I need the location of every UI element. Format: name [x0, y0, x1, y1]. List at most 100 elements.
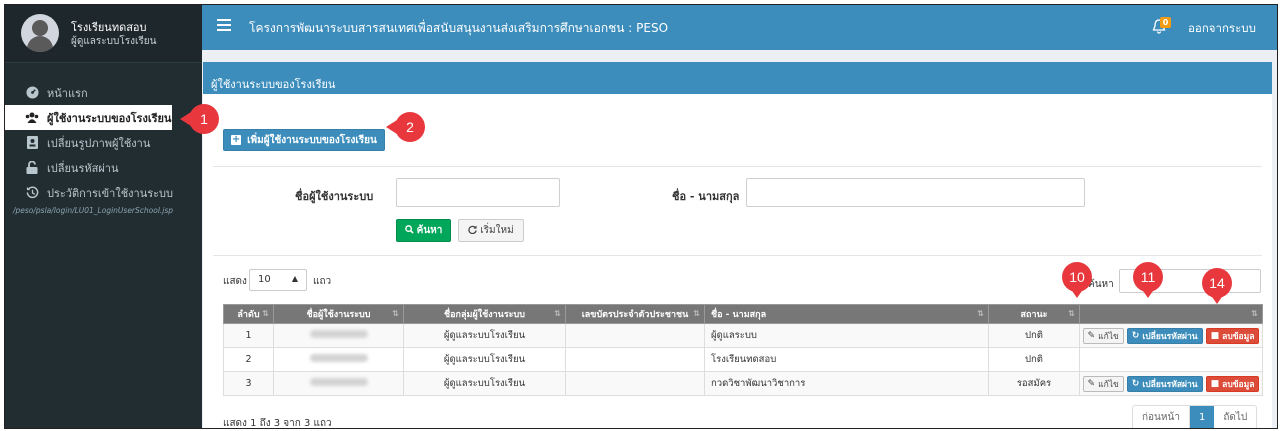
edit-icon: ✎	[1087, 378, 1096, 389]
row-actions	[1079, 347, 1263, 372]
page-length-select[interactable]: 10 ▲	[249, 269, 307, 291]
blurred-username	[309, 354, 368, 362]
users-table: ลำดับ ⇅ ชื่อผู้ใช้งานระบบ ⇅ ชื่อกลุ่มผู้ใช…	[223, 304, 1263, 396]
callout-marker: 1	[180, 104, 219, 134]
row-actions: ✎ แก้ไข ↻ เปลี่ยนรหัสผ่าน ■ ลบข้อมูล	[1079, 323, 1263, 348]
add-school-user-button[interactable]: + เพิ่มผู้ใช้งานระบบของโรงเรียน	[223, 129, 385, 151]
reset-button[interactable]: เริ่มใหม่	[458, 219, 524, 242]
row-group: ผู้ดูแลระบบโรงเรียน	[403, 371, 566, 396]
row-username	[273, 347, 404, 372]
show-label: แสดง	[223, 276, 247, 287]
users-icon	[25, 111, 39, 125]
sidebar-item-label: หน้าแรก	[47, 86, 88, 100]
callout-marker: 2	[386, 112, 425, 142]
edit-icon: ✎	[1087, 330, 1096, 341]
col-header-fullname[interactable]: ชื่อ - นามสกุล ⇅	[704, 304, 989, 324]
row-username	[273, 371, 404, 396]
fullname-input[interactable]	[746, 178, 1085, 207]
sidebar-item-change-password[interactable]: เปลี่ยนรหัสผ่าน	[5, 155, 202, 180]
search-button-label: ค้นหา	[416, 225, 443, 236]
sidebar-item-label: ผู้ใช้งานระบบของโรงเรียน	[47, 111, 172, 125]
table-row: 2 ผู้ดูแลระบบโรงเรียน โรงเรียนทดสอบ ปกติ	[223, 347, 1263, 372]
app-window: โรงเรียนทดสอบ ผู้ดูแลระบบโรงเรียน หน้าแร…	[4, 4, 1278, 429]
divider	[213, 166, 1262, 167]
col-header-actions[interactable]: ⇅	[1079, 304, 1263, 324]
user-card-icon	[25, 136, 39, 150]
top-navbar: โครงการพัฒนาระบบสารสนเทศเพื่อสนับสนุนงาน…	[202, 5, 1277, 50]
row-no: 1	[223, 323, 274, 348]
page-path: /peso/psla/login/LU01_LoginUserSchool.js…	[13, 206, 174, 215]
table-header-row: ลำดับ ⇅ ชื่อผู้ใช้งานระบบ ⇅ ชื่อกลุ่มผู้ใช…	[223, 304, 1263, 324]
app-title: โครงการพัฒนาระบบสารสนเทศเพื่อสนับสนุนงาน…	[249, 21, 669, 35]
username-input[interactable]	[396, 178, 560, 207]
edit-button[interactable]: ✎ แก้ไข	[1082, 375, 1124, 392]
blurred-username	[309, 378, 368, 386]
sidebar-menu: หน้าแรก ผู้ใช้งานระบบของโรงเรียน เปลี่ยน…	[5, 80, 202, 215]
row-idcard	[565, 323, 705, 348]
page-1-button[interactable]: 1	[1189, 406, 1215, 428]
logout-link[interactable]: ออกจากระบบ	[1188, 20, 1256, 38]
col-header-status[interactable]: สถานะ ⇅	[988, 304, 1080, 324]
callout-marker: 10	[1062, 262, 1092, 298]
box-title: ผู้ใช้งานระบบของโรงเรียน	[203, 65, 1272, 94]
row-group: ผู้ดูแลระบบโรงเรียน	[403, 323, 566, 348]
sidebar-item-login-history[interactable]: ประวัติการเข้าใช้งานระบบ	[5, 180, 202, 205]
row-status: รอสมัคร	[988, 371, 1080, 396]
user-role: ผู้ดูแลระบบโรงเรียน	[71, 36, 157, 47]
row-group: ผู้ดูแลระบบโรงเรียน	[403, 347, 566, 372]
callout-marker: 14	[1202, 268, 1232, 304]
pagination: ก่อนหน้า 1 ถัดไป	[1132, 405, 1258, 428]
callout-marker: 11	[1133, 262, 1163, 298]
refresh-icon: ↻	[1131, 330, 1140, 341]
updown-caret-icon: ▲	[291, 274, 298, 283]
notification-bell-icon[interactable]: 0	[1152, 17, 1174, 37]
row-idcard	[565, 371, 705, 396]
user-panel: โรงเรียนทดสอบ ผู้ดูแลระบบโรงเรียน	[5, 5, 202, 63]
col-header-group[interactable]: ชื่อกลุ่มผู้ใช้งานระบบ ⇅	[403, 304, 566, 324]
change-password-button[interactable]: ↻ เปลี่ยนรหัสผ่าน	[1126, 375, 1203, 392]
plus-square-icon: +	[231, 134, 242, 145]
row-status: ปกติ	[988, 347, 1080, 372]
refresh-icon	[468, 224, 477, 237]
table-row: 1 ผู้ดูแลระบบโรงเรียน ผู้ดูแลระบบ ปกติ ✎…	[223, 323, 1263, 348]
next-page-button[interactable]: ถัดไป	[1214, 406, 1256, 428]
row-username	[273, 323, 404, 348]
delete-button[interactable]: ■ ลบข้อมูล	[1205, 375, 1260, 392]
sidebar-item-label: เปลี่ยนรหัสผ่าน	[47, 161, 119, 175]
username-label: ชื่อผู้ใช้งานระบบ	[295, 190, 374, 203]
sidebar-item-school-users[interactable]: ผู้ใช้งานระบบของโรงเรียน	[5, 105, 172, 130]
trash-icon: ■	[1210, 378, 1220, 389]
col-header-username[interactable]: ชื่อผู้ใช้งานระบบ ⇅	[273, 304, 404, 324]
table-row: 3 ผู้ดูแลระบบโรงเรียน กวดวิชาพัฒนาวิชากา…	[223, 371, 1263, 396]
col-header-idcard[interactable]: เลขบัตรประจำตัวประชาชน ⇅	[565, 304, 705, 324]
menu-toggle-icon[interactable]	[217, 19, 231, 31]
search-button[interactable]: ค้นหา	[396, 219, 451, 242]
row-no: 2	[223, 347, 274, 372]
content-area: ผู้ใช้งานระบบของโรงเรียน + เพิ่มผู้ใช้งา…	[202, 50, 1277, 429]
notification-count: 0	[1160, 17, 1171, 28]
unlock-icon	[25, 161, 39, 175]
delete-button[interactable]: ■ ลบข้อมูล	[1205, 327, 1260, 344]
add-button-label: เพิ่มผู้ใช้งานระบบของโรงเรียน	[247, 134, 377, 146]
sidebar-item-label: ประวัติการเข้าใช้งานระบบ	[47, 186, 174, 200]
sidebar-item-home[interactable]: หน้าแรก	[5, 80, 202, 105]
table-info: แสดง 1 ถึง 3 จาก 3 แถว	[223, 418, 332, 429]
users-box: ผู้ใช้งานระบบของโรงเรียน + เพิ่มผู้ใช้งา…	[203, 62, 1272, 429]
fullname-label: ชื่อ - นามสกุล	[672, 190, 740, 203]
reset-button-label: เริ่มใหม่	[480, 225, 514, 236]
refresh-icon: ↻	[1131, 378, 1140, 389]
sidebar-item-change-picture[interactable]: เปลี่ยนรูปภาพผู้ใช้งาน	[5, 130, 202, 155]
row-fullname: กวดวิชาพัฒนาวิชาการ	[704, 371, 989, 396]
change-password-button[interactable]: ↻ เปลี่ยนรหัสผ่าน	[1126, 327, 1203, 344]
prev-page-button[interactable]: ก่อนหน้า	[1133, 406, 1190, 428]
page-length-value: 10	[258, 274, 271, 285]
row-fullname: โรงเรียนทดสอบ	[704, 347, 989, 372]
sidebar: โรงเรียนทดสอบ ผู้ดูแลระบบโรงเรียน หน้าแร…	[5, 5, 202, 428]
blurred-username	[309, 330, 368, 338]
col-header-no[interactable]: ลำดับ ⇅	[223, 304, 274, 324]
row-no: 3	[223, 371, 274, 396]
row-fullname: ผู้ดูแลระบบ	[704, 323, 989, 348]
row-status: ปกติ	[988, 323, 1080, 348]
row-idcard	[565, 347, 705, 372]
edit-button[interactable]: ✎ แก้ไข	[1082, 327, 1124, 344]
